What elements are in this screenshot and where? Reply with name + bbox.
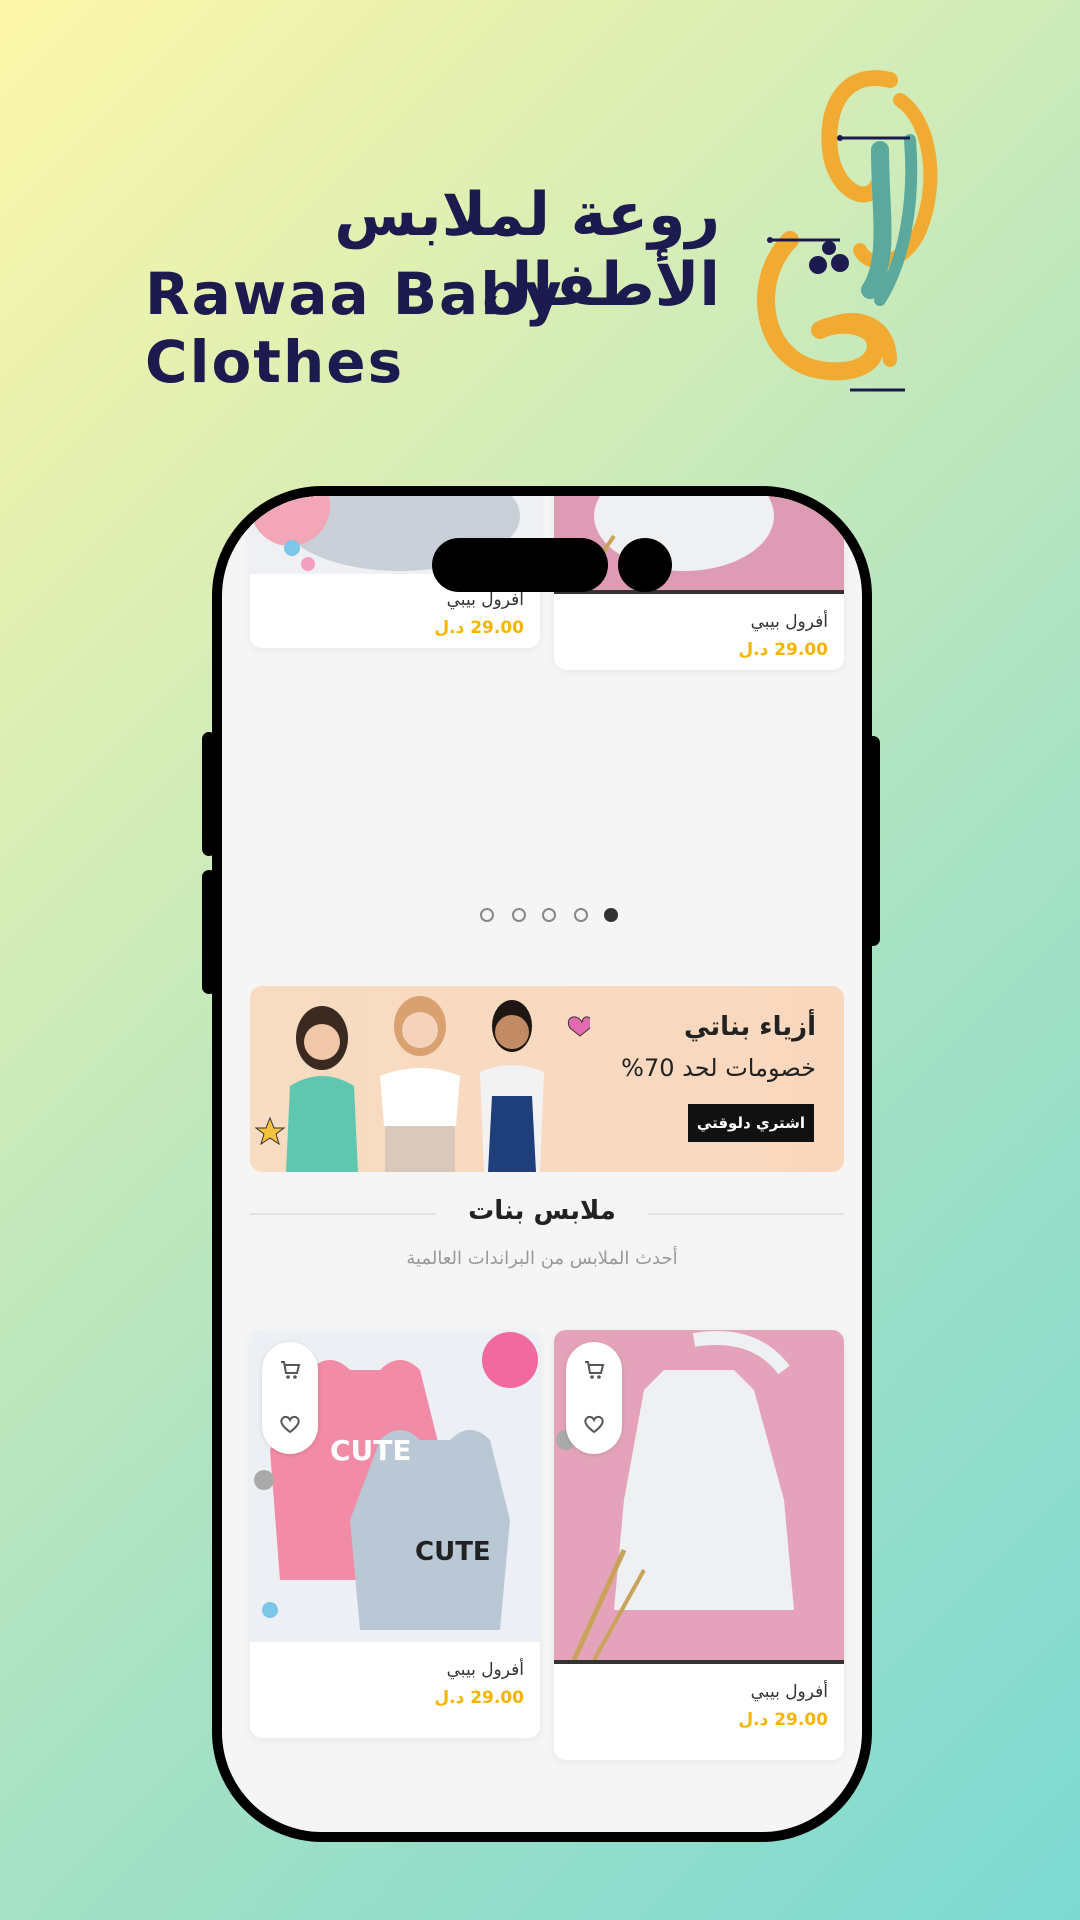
front-camera bbox=[618, 538, 672, 592]
cart-icon[interactable] bbox=[278, 1358, 302, 1382]
phone-volume-down bbox=[202, 870, 216, 994]
phone-frame: أفرول بيبي 29.00 د.ل أفرول بيبي 29.00 د.… bbox=[202, 486, 880, 1842]
product-name: أفرول بيبي bbox=[750, 612, 828, 632]
carousel-dot-active[interactable] bbox=[604, 908, 618, 922]
phone-power-button bbox=[866, 736, 880, 946]
heart-icon[interactable] bbox=[278, 1412, 302, 1436]
product-price: 29.00 د.ل bbox=[738, 1710, 828, 1730]
banner-image-girls bbox=[254, 996, 590, 1172]
banner-title: أزياء بناتي bbox=[684, 1012, 816, 1042]
product-name: أفرول بيبي bbox=[446, 1660, 524, 1680]
cart-icon[interactable] bbox=[582, 1358, 606, 1382]
section-title: ملابس بنات bbox=[468, 1196, 616, 1226]
carousel-dot[interactable] bbox=[542, 908, 556, 922]
product-name: أفرول بيبي bbox=[750, 1682, 828, 1702]
product-actions bbox=[262, 1342, 318, 1454]
brand-name-english: Rawaa Baby Clothes bbox=[145, 260, 564, 396]
product-card-1[interactable]: CUTE CUTE أفرول بيبي 29.00 د.ل bbox=[250, 1330, 540, 1738]
dynamic-island bbox=[432, 538, 608, 592]
heart-icon[interactable] bbox=[582, 1412, 606, 1436]
product-card-2[interactable]: أفرول بيبي 29.00 د.ل bbox=[554, 1330, 844, 1760]
svg-text:CUTE: CUTE bbox=[415, 1537, 491, 1567]
svg-text:CUTE: CUTE bbox=[330, 1434, 412, 1467]
product-price: 29.00 د.ل bbox=[434, 1688, 524, 1708]
section-subtitle: أحدث الملابس من البراندات العالمية bbox=[406, 1248, 678, 1269]
brand-logo bbox=[757, 70, 938, 392]
carousel-pagination bbox=[480, 908, 630, 928]
product-price: 29.00 د.ل bbox=[738, 640, 828, 660]
app-screen: أفرول بيبي 29.00 د.ل أفرول بيبي 29.00 د.… bbox=[222, 496, 862, 1832]
carousel-dot[interactable] bbox=[574, 908, 588, 922]
product-price: 29.00 د.ل bbox=[434, 618, 524, 638]
product-actions bbox=[566, 1342, 622, 1454]
carousel-dot[interactable] bbox=[512, 908, 526, 922]
banner-subtitle: خصومات لحد 70% bbox=[621, 1054, 816, 1082]
promo-banner[interactable]: أزياء بناتي خصومات لحد 70% اشتري دلوقتي bbox=[250, 986, 844, 1172]
shop-now-button[interactable]: اشتري دلوقتي bbox=[688, 1104, 814, 1142]
brand-header: روعة لملابس الأطفال Rawaa Baby Clothes bbox=[140, 60, 940, 410]
product-name: أفرول بيبي bbox=[446, 590, 524, 610]
carousel-dot[interactable] bbox=[480, 908, 494, 922]
phone-volume-up bbox=[202, 732, 216, 856]
